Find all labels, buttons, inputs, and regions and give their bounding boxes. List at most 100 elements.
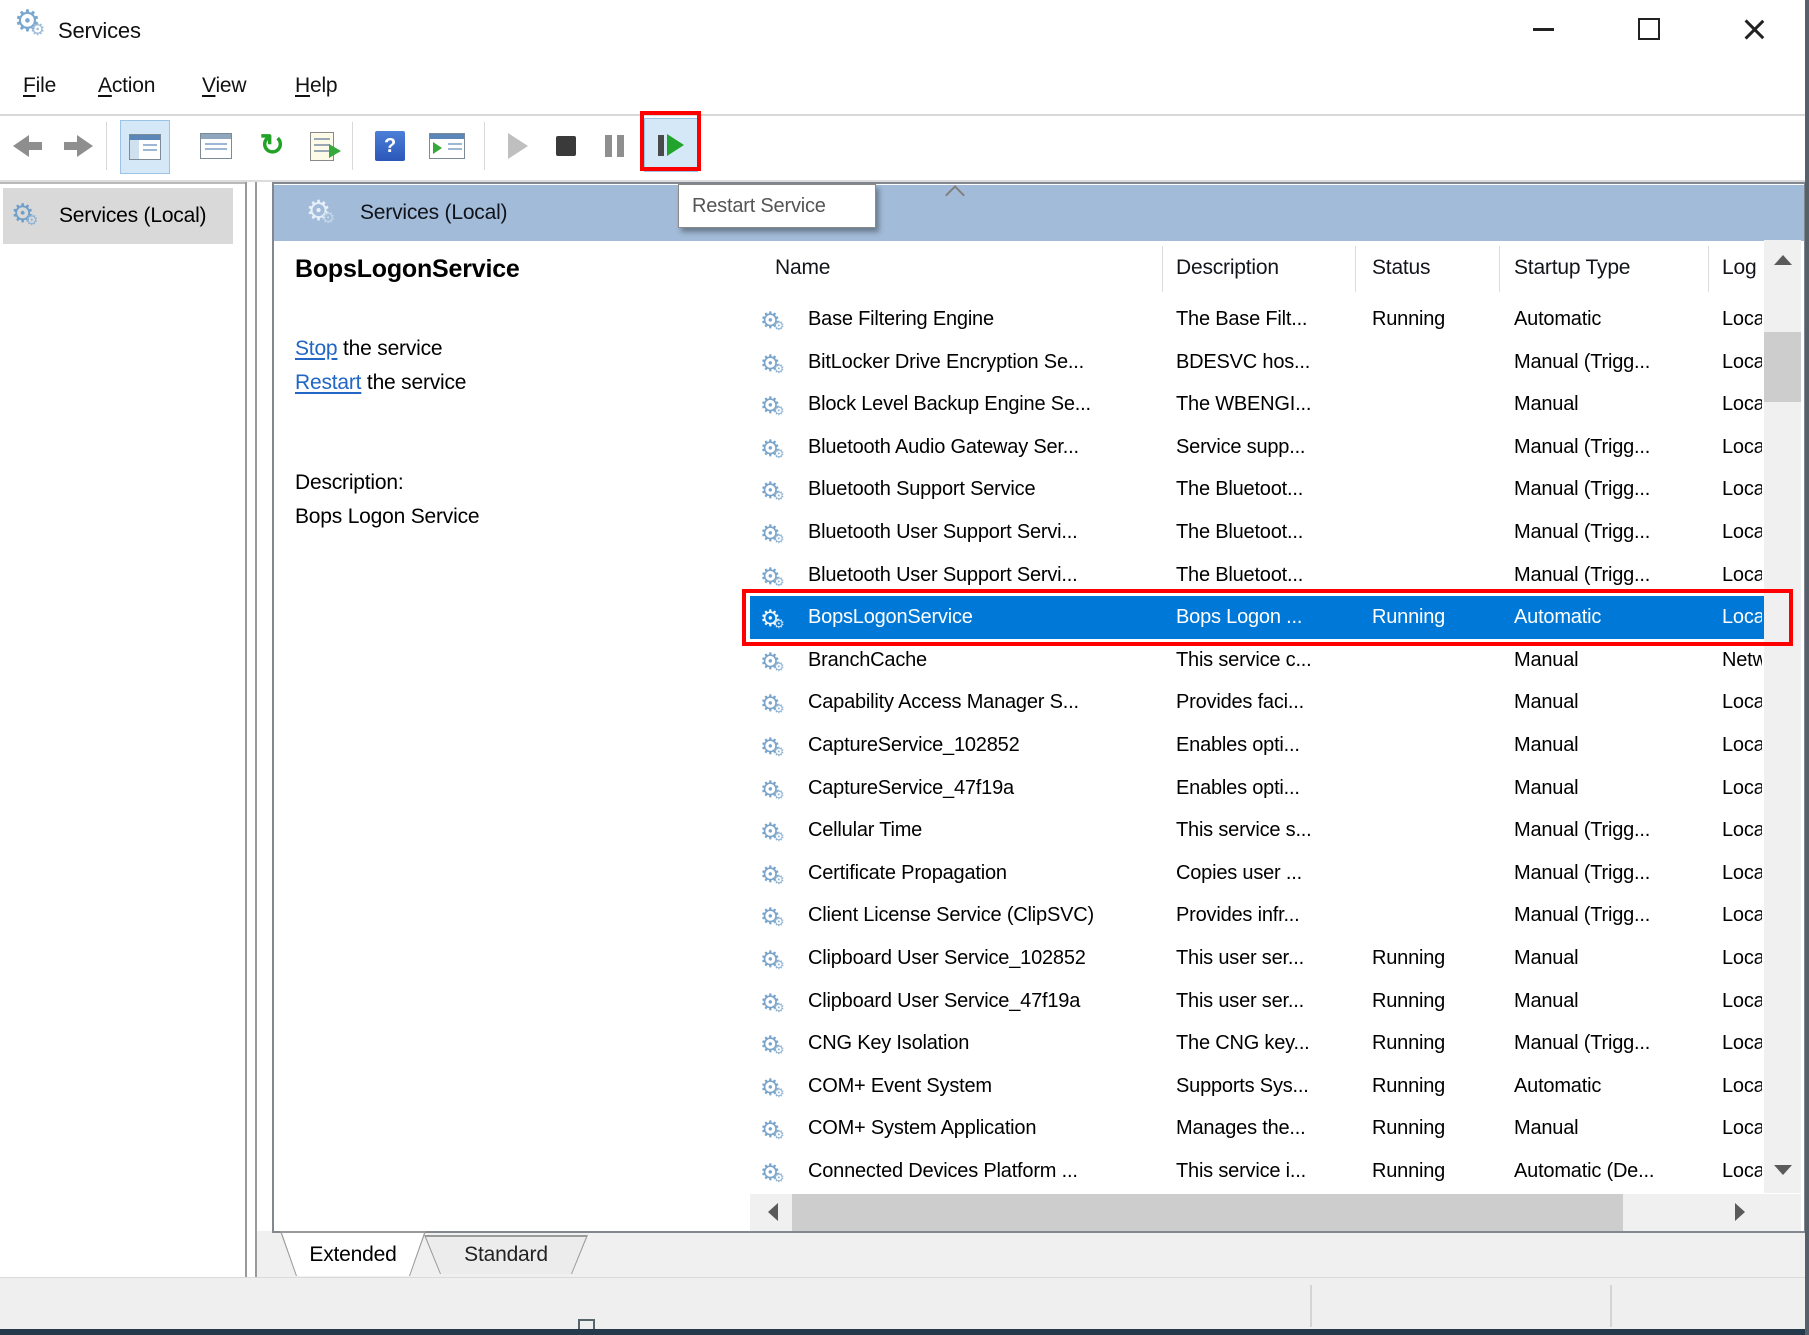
services-gear-icon	[306, 194, 344, 232]
close-icon	[1743, 18, 1765, 40]
show-console-tree-button[interactable]	[120, 120, 170, 174]
service-row-client-license-service-clipsvc[interactable]: Client License Service (ClipSVC)Provides…	[750, 894, 1764, 937]
service-name: BitLocker Drive Encryption Se...	[808, 341, 1156, 384]
service-name: Client License Service (ClipSVC)	[808, 894, 1156, 937]
menu-view[interactable]: View	[202, 74, 246, 98]
extended-view-button[interactable]	[424, 116, 470, 176]
menu-action[interactable]: Action	[98, 74, 155, 98]
service-log-on-as: Loca	[1722, 681, 1762, 724]
column-divider[interactable]	[1162, 246, 1163, 292]
column-divider[interactable]	[1708, 246, 1709, 292]
service-name: Base Filtering Engine	[808, 298, 1156, 341]
service-log-on-as: Loca	[1722, 1065, 1762, 1108]
tab-standard[interactable]: Standard	[424, 1235, 588, 1274]
service-row-block-level-backup-engine-se[interactable]: Block Level Backup Engine Se...The WBENG…	[750, 383, 1764, 426]
service-row-bluetooth-support-service[interactable]: Bluetooth Support ServiceThe Bluetoot...…	[750, 468, 1764, 511]
service-name: Bluetooth Audio Gateway Ser...	[808, 426, 1156, 469]
service-row-capability-access-manager-s[interactable]: Capability Access Manager S...Provides f…	[750, 681, 1764, 724]
restart-link-suffix: the service	[361, 371, 466, 394]
service-row-connected-devices-platform[interactable]: Connected Devices Platform ...This servi…	[750, 1150, 1764, 1193]
service-startup-type: Manual	[1514, 980, 1714, 1023]
console-tree-icon	[129, 134, 161, 160]
service-name: Bluetooth Support Service	[808, 468, 1156, 511]
service-startup-type: Automatic	[1514, 298, 1714, 341]
forward-button[interactable]	[56, 116, 96, 176]
stop-service-button[interactable]	[546, 116, 586, 176]
service-gear-icon	[760, 946, 792, 976]
service-gear-icon	[760, 690, 792, 720]
scroll-up-icon[interactable]	[1774, 255, 1792, 265]
minimize-icon	[1533, 28, 1554, 31]
service-row-bluetooth-user-support-servi[interactable]: Bluetooth User Support Servi...The Bluet…	[750, 554, 1764, 597]
refresh-icon: ↻	[260, 131, 285, 161]
toolbar-separator	[352, 122, 353, 170]
service-startup-type: Manual (Trigg...	[1514, 894, 1714, 937]
stop-link[interactable]: Stop	[295, 337, 337, 360]
stop-icon	[556, 136, 576, 156]
service-row-bopslogonservice[interactable]: BopsLogonServiceBops Logon ...RunningAut…	[750, 596, 1764, 639]
column-header-description[interactable]: Description	[1176, 256, 1279, 280]
service-row-bluetooth-user-support-servi[interactable]: Bluetooth User Support Servi...The Bluet…	[750, 511, 1764, 554]
pane-header-band: Services (Local)	[274, 185, 1804, 241]
service-gear-icon	[760, 563, 792, 593]
service-row-bitlocker-drive-encryption-se[interactable]: BitLocker Drive Encryption Se...BDESVC h…	[750, 341, 1764, 384]
tab-extended[interactable]: Extended	[280, 1231, 426, 1276]
service-description-block: Description: Bops Logon Service	[295, 466, 479, 534]
column-header-status[interactable]: Status	[1372, 256, 1430, 280]
tab-extended-label: Extended	[280, 1243, 426, 1267]
properties-button[interactable]	[196, 116, 236, 176]
service-row-cellular-time[interactable]: Cellular TimeThis service s...Manual (Tr…	[750, 809, 1764, 852]
service-row-com-system-application[interactable]: COM+ System ApplicationManages the...Run…	[750, 1107, 1764, 1150]
column-divider[interactable]	[1355, 246, 1356, 292]
service-row-clipboard-user-service-47f19a[interactable]: Clipboard User Service_47f19aThis user s…	[750, 980, 1764, 1023]
column-header-log[interactable]: Log	[1722, 256, 1756, 280]
service-gear-icon	[760, 861, 792, 891]
column-header-name[interactable]: Name	[775, 256, 830, 280]
scroll-left-icon[interactable]	[768, 1203, 778, 1221]
service-name: CNG Key Isolation	[808, 1022, 1156, 1065]
column-divider[interactable]	[1499, 246, 1500, 292]
service-row-com-event-system[interactable]: COM+ Event SystemSupports Sys...RunningA…	[750, 1065, 1764, 1108]
minimize-button[interactable]	[1520, 14, 1566, 44]
window-right-border	[1805, 0, 1809, 1335]
export-list-button[interactable]	[300, 116, 344, 176]
service-log-on-as: Loca	[1722, 767, 1762, 810]
horizontal-scrollbar-thumb[interactable]	[792, 1194, 1623, 1231]
refresh-button[interactable]: ↻	[252, 116, 292, 176]
service-row-certificate-propagation[interactable]: Certificate PropagationCopies user ...Ma…	[750, 852, 1764, 895]
restart-link[interactable]: Restart	[295, 371, 361, 394]
service-log-on-as: Loca	[1722, 894, 1762, 937]
close-button[interactable]	[1731, 14, 1777, 44]
pause-service-button[interactable]	[594, 116, 634, 176]
help-button[interactable]: ?	[370, 116, 410, 176]
service-log-on-as: Loca	[1722, 1022, 1762, 1065]
service-startup-type: Automatic (De...	[1514, 1150, 1714, 1193]
menu-file[interactable]: File	[23, 74, 56, 98]
service-row-clipboard-user-service-102852[interactable]: Clipboard User Service_102852This user s…	[750, 937, 1764, 980]
service-log-on-as: Loca	[1722, 809, 1762, 852]
service-row-cng-key-isolation[interactable]: CNG Key IsolationThe CNG key...RunningMa…	[750, 1022, 1764, 1065]
service-row-base-filtering-engine[interactable]: Base Filtering EngineThe Base Filt...Run…	[750, 298, 1764, 341]
service-row-bluetooth-audio-gateway-ser[interactable]: Bluetooth Audio Gateway Ser...Service su…	[750, 426, 1764, 469]
service-row-captureservice-102852[interactable]: CaptureService_102852Enables opti...Manu…	[750, 724, 1764, 767]
maximize-button[interactable]	[1626, 14, 1672, 44]
column-header-startup-type[interactable]: Startup Type	[1514, 256, 1630, 280]
pane-divider[interactable]	[245, 182, 257, 1277]
service-name: Bluetooth User Support Servi...	[808, 511, 1156, 554]
tree-item-services-local[interactable]: Services (Local)	[3, 188, 233, 244]
window-title: Services	[58, 18, 141, 44]
scroll-down-icon[interactable]	[1774, 1165, 1792, 1175]
menu-help[interactable]: Help	[295, 74, 337, 98]
restart-service-button[interactable]	[644, 118, 698, 172]
service-startup-type: Manual	[1514, 724, 1714, 767]
service-gear-icon	[760, 818, 792, 848]
service-row-captureservice-47f19a[interactable]: CaptureService_47f19aEnables opti...Manu…	[750, 767, 1764, 810]
back-button[interactable]	[10, 116, 50, 176]
vertical-scrollbar-thumb[interactable]	[1764, 332, 1801, 402]
service-status: Running	[1372, 1150, 1492, 1193]
service-description: This service i...	[1176, 1150, 1354, 1193]
start-service-button[interactable]	[498, 116, 538, 176]
service-name: COM+ System Application	[808, 1107, 1156, 1150]
scroll-right-icon[interactable]	[1735, 1203, 1745, 1221]
service-row-branchcache[interactable]: BranchCacheThis service c...ManualNetw	[750, 639, 1764, 682]
